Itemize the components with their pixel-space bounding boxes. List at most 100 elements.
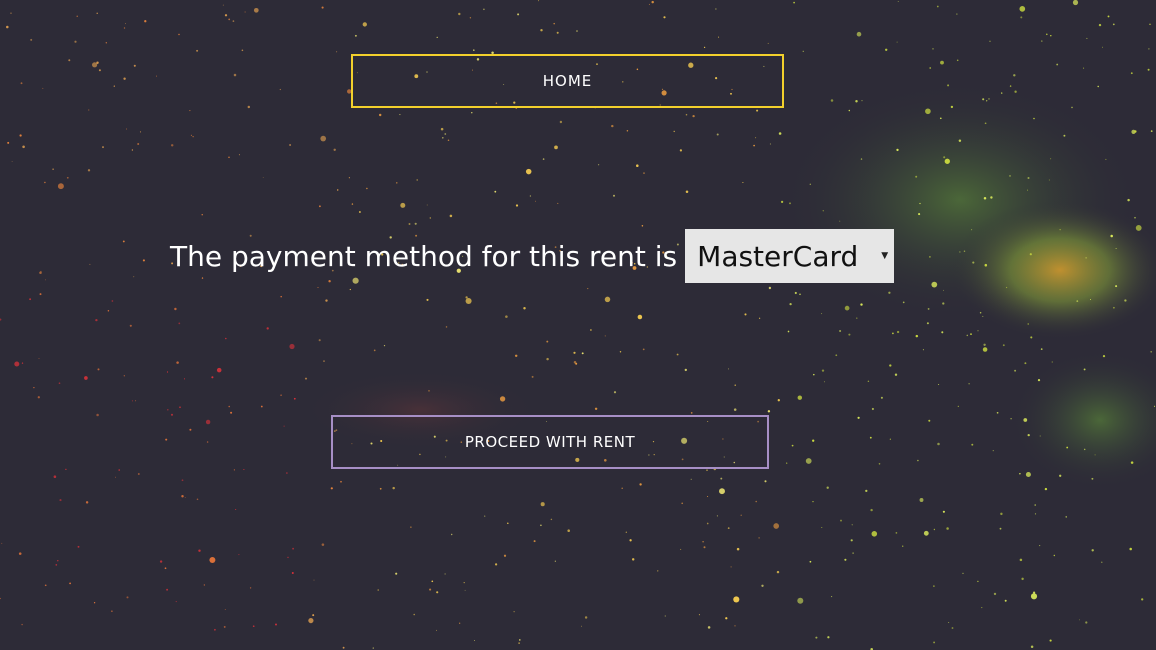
proceed-with-rent-button[interactable]: PROCEED WITH RENT (331, 415, 769, 469)
star (587, 288, 589, 290)
star (233, 73, 237, 77)
star (777, 399, 780, 402)
star (894, 373, 898, 376)
star (889, 438, 891, 440)
star (1010, 417, 1012, 420)
star (621, 487, 623, 489)
star (354, 34, 357, 37)
star (663, 16, 666, 19)
star (102, 146, 104, 149)
star (377, 589, 379, 591)
home-button[interactable]: HOME (351, 54, 784, 108)
star (395, 572, 398, 575)
star (1044, 487, 1048, 491)
star (22, 145, 25, 149)
star (436, 591, 439, 594)
star (1019, 472, 1021, 475)
star (445, 326, 448, 328)
star (216, 367, 222, 373)
star (57, 560, 59, 562)
star (971, 443, 974, 446)
star (7, 141, 10, 144)
star (1130, 461, 1134, 464)
star (165, 438, 168, 441)
star (947, 84, 950, 87)
star (1066, 446, 1069, 449)
star (799, 293, 801, 296)
star (96, 413, 99, 417)
star (1102, 355, 1106, 358)
star (159, 560, 163, 563)
star (514, 354, 518, 358)
star (85, 501, 89, 504)
star (972, 261, 975, 264)
star (189, 110, 191, 112)
star (253, 7, 259, 13)
star (442, 137, 444, 139)
star (238, 554, 240, 556)
star (293, 397, 296, 400)
star (513, 611, 515, 613)
star (888, 291, 891, 294)
star (867, 380, 870, 383)
star (289, 343, 295, 350)
proceed-button-label: PROCEED WITH RENT (464, 433, 636, 451)
star (988, 98, 990, 100)
star (958, 139, 962, 142)
star (463, 581, 465, 584)
star (1083, 368, 1086, 371)
star (604, 296, 611, 303)
star (1009, 175, 1011, 177)
star (1101, 561, 1103, 563)
star (769, 143, 771, 145)
star (1040, 348, 1043, 350)
star (1147, 68, 1150, 71)
star (1091, 549, 1094, 552)
star (321, 6, 324, 9)
star (58, 382, 61, 385)
star (137, 143, 140, 145)
star (333, 148, 336, 151)
star (203, 584, 205, 586)
star (505, 315, 508, 318)
star (52, 168, 54, 170)
star (205, 419, 211, 425)
star (96, 61, 99, 65)
star (839, 220, 841, 222)
star (923, 530, 929, 536)
star (880, 396, 883, 399)
star (594, 407, 598, 411)
star (459, 622, 461, 624)
star (787, 330, 790, 333)
star (989, 40, 991, 42)
star (942, 510, 945, 513)
star (959, 251, 961, 253)
star (228, 18, 231, 21)
star (1030, 336, 1033, 339)
star (1029, 253, 1032, 256)
star (291, 571, 294, 575)
star (778, 132, 782, 135)
star (98, 69, 101, 72)
star (986, 100, 988, 102)
star (192, 136, 194, 138)
payment-method-select[interactable]: MasterCard ▼ (685, 229, 895, 283)
star (685, 113, 688, 116)
star (734, 625, 736, 627)
star (938, 383, 940, 386)
star (1129, 547, 1132, 551)
star (761, 584, 764, 587)
star (942, 302, 945, 305)
star (852, 552, 854, 554)
caret-down-icon: ▼ (881, 251, 889, 261)
star (597, 164, 600, 166)
star (1065, 516, 1067, 518)
star (937, 442, 940, 446)
star (118, 469, 120, 471)
star (839, 329, 842, 333)
star (1030, 645, 1034, 649)
star (469, 17, 472, 19)
star (93, 602, 96, 604)
star (848, 333, 851, 336)
star (450, 533, 453, 536)
